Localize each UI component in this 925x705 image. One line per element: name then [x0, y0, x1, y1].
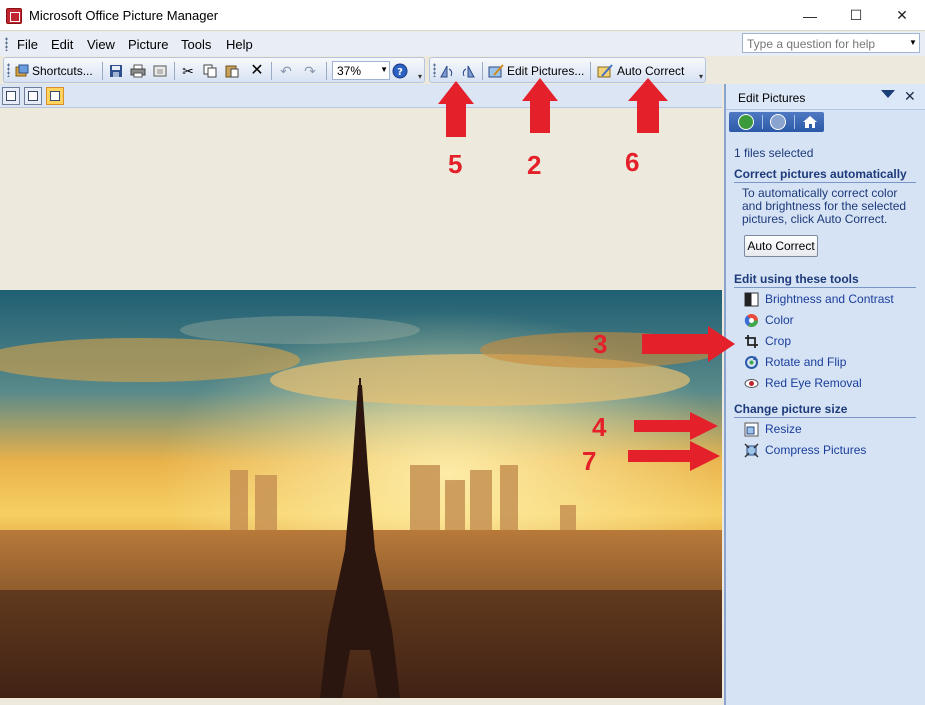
annotation-6: 6	[625, 147, 640, 177]
arrow-3	[642, 326, 735, 362]
arrow-6	[628, 78, 668, 133]
annotation-7: 7	[582, 446, 597, 476]
arrow-2	[522, 78, 558, 133]
arrow-5	[438, 81, 474, 137]
annotation-4: 4	[592, 412, 607, 442]
arrow-4	[634, 412, 718, 440]
annotation-2: 2	[527, 150, 542, 180]
annotation-5: 5	[448, 149, 463, 179]
arrow-7	[628, 441, 720, 471]
annotation-3: 3	[593, 329, 608, 359]
annotation-overlay	[438, 78, 735, 471]
